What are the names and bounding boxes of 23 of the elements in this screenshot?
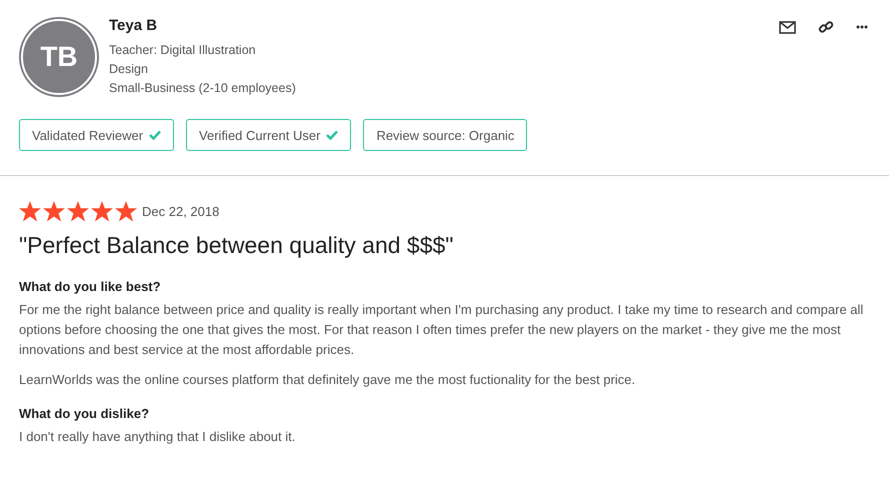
review-date: Dec 22, 2018 [142,204,220,219]
badge-label: Verified Current User [199,128,320,142]
link-icon[interactable] [818,19,834,35]
badge-label: Review source: Organic [376,128,514,142]
avatar: TB [21,19,97,95]
badge-label: Validated Reviewer [32,128,144,142]
answer-text: LearnWorlds was the online courses platform that definitely gave me the most fuctionality for the best price. [19,371,636,389]
star-icon [115,201,137,222]
star-icon [91,201,113,222]
star-icon [19,201,41,222]
reviewer-detail: Design [109,61,149,78]
answer-text: I don't really have anything that I dislike about it. [19,428,296,446]
star-icon [67,201,89,222]
reviewer-name: Teya B [109,17,158,34]
mail-icon[interactable] [779,20,796,34]
reviewer-detail: Teacher: Digital Illustration [109,42,257,59]
question: What do you dislike? [19,406,150,421]
question: What do you like best? [19,279,162,294]
star-icon [43,201,65,222]
reviewer-detail: Small-Business (2-10 employees) [109,80,297,97]
review-title: "Perfect Balance between quality and $$$" [19,232,454,259]
answer-text: For me the right balance between price and quality is really important when I'm purchasing any product. I take my time to research and compare all options before choosing the one that gives the most. For that reason I often times prefer the new players on the market - they give me the most innovations and best service at the most affordable prices. [19,301,864,359]
more-icon[interactable] [856,25,868,29]
